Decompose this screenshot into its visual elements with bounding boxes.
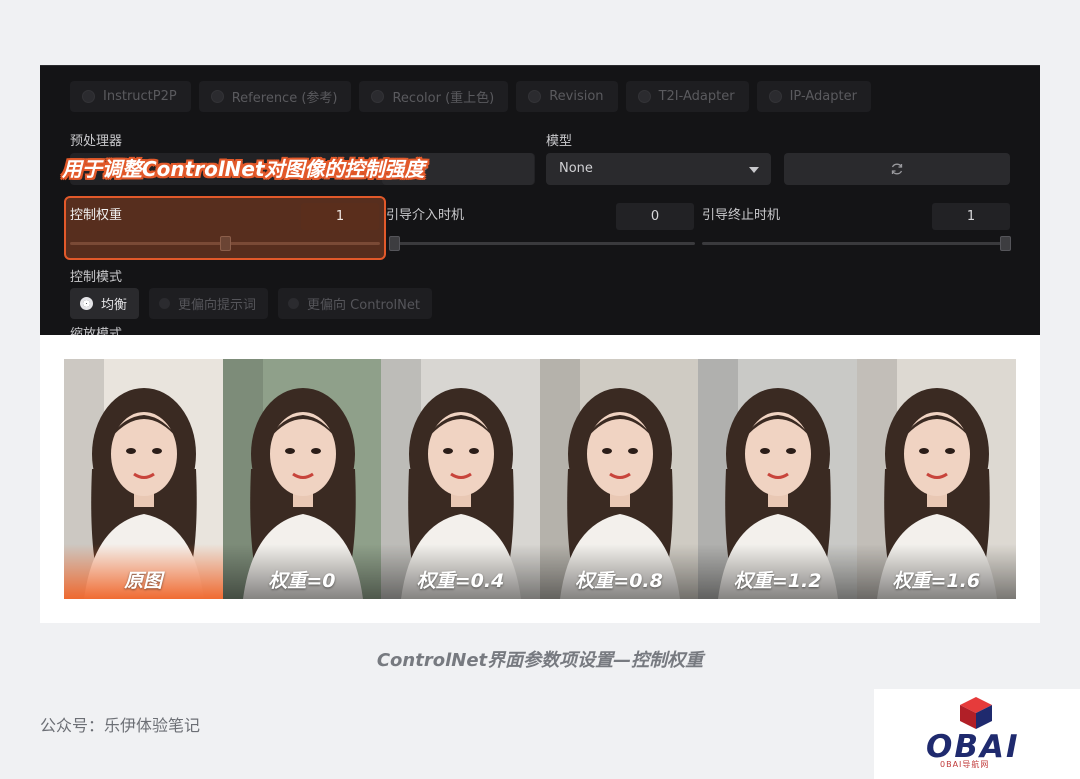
radio-label: Reference (参考) (231, 91, 338, 106)
radio-label: 均衡 (101, 298, 128, 313)
photo-caption: 权重=0.8 (575, 570, 663, 592)
model-select[interactable]: None (546, 153, 771, 185)
control-mode-prompt[interactable]: 更偏向提示词 (149, 288, 269, 319)
guidance-start-input[interactable]: 0 (616, 203, 694, 230)
photo-caption: 权重=1.6 (892, 570, 981, 592)
footer-account: 公众号：乐伊体验笔记 (40, 716, 201, 735)
radio-dot-icon (768, 90, 782, 103)
comparison-card: 原图 权重=0 权重=0.4 权重=0.8 权重=1.2 权重=1.6 (40, 335, 1040, 623)
photo-caption: 原图 (124, 570, 163, 592)
annotation-text: 用于调整ControlNet对图像的控制强度 (62, 157, 425, 181)
comparison-photo: 权重=0.8 (539, 359, 699, 599)
refresh-icon (891, 163, 903, 175)
logo-subtitle: 0BAI导航网 (940, 760, 990, 769)
comparison-photo: 权重=0.4 (381, 359, 540, 599)
radio-label: 更偏向提示词 (178, 298, 257, 313)
comparison-photos: 原图 权重=0 权重=0.4 权重=0.8 权重=1.2 权重=1.6 (64, 359, 1016, 599)
radio-label: Recolor (重上色) (392, 91, 495, 106)
photo-caption: 权重=0.4 (416, 570, 505, 592)
model-label: 模型 (546, 134, 573, 149)
radio-recolor[interactable]: Recolor (重上色) (359, 81, 509, 112)
radio-dot-icon (210, 90, 224, 103)
guidance-start-label: 引导介入时机 (386, 208, 465, 223)
chevron-down-icon (749, 167, 759, 173)
guidance-end-handle[interactable] (1000, 236, 1011, 251)
radio-dot-icon (82, 90, 95, 103)
guidance-start-track[interactable] (389, 242, 695, 245)
panel-divider (40, 65, 1040, 66)
radio-revision[interactable]: Revision (516, 81, 618, 112)
preprocessor-label: 预处理器 (70, 134, 123, 149)
figure-caption: ControlNet界面参数项设置—控制权重 (376, 650, 704, 671)
radio-dot-icon (371, 90, 385, 103)
radio-label: T2I-Adapter (658, 89, 735, 104)
photo-caption: 权重=1.2 (733, 570, 822, 592)
guidance-end-label: 引导终止时机 (702, 208, 781, 223)
radio-dot-icon (159, 298, 171, 309)
control-mode-radios: 均衡 更偏向提示词 更偏向 ControlNet (70, 288, 432, 319)
radio-label: InstructP2P (103, 89, 177, 104)
weight-number-input[interactable]: 1 (301, 203, 379, 230)
controlnet-panel: InstructP2P Reference (参考) Recolor (重上色)… (40, 65, 1040, 335)
comparison-photo: 原图 (64, 359, 223, 599)
radio-dot-icon (637, 90, 651, 103)
radio-dot-icon (528, 90, 542, 103)
control-mode-balanced[interactable]: 均衡 (70, 288, 140, 319)
refresh-models-button[interactable] (784, 153, 1010, 185)
control-mode-label: 控制模式 (70, 270, 123, 285)
comparison-photo: 权重=0 (222, 359, 382, 599)
weight-slider-handle[interactable] (220, 236, 231, 251)
guidance-end-track[interactable] (702, 242, 1010, 245)
radio-ip-adapter[interactable]: IP-Adapter (756, 81, 871, 112)
photo-caption: 权重=0 (268, 570, 336, 592)
guidance-start-handle[interactable] (389, 236, 400, 251)
comparison-photo: 权重=1.2 (698, 359, 857, 599)
radio-instructp2p[interactable]: InstructP2P (70, 81, 191, 112)
radio-t2i-adapter[interactable]: T2I-Adapter (625, 81, 749, 112)
weight-label: 控制权重 (70, 208, 123, 223)
cube-logo-icon (960, 697, 992, 729)
model-select-value: None (559, 161, 593, 176)
guidance-end-input[interactable]: 1 (932, 203, 1010, 230)
radio-dot-icon (288, 298, 300, 309)
radio-label: Revision (549, 89, 604, 104)
obai-logo: OBAI 0BAI导航网 (874, 689, 1080, 779)
radio-label: 更偏向 ControlNet (307, 298, 420, 313)
comparison-photo: 权重=1.6 (856, 359, 1016, 599)
resize-mode-label: 缩放模式 (70, 327, 123, 335)
preprocessor-type-radios: InstructP2P Reference (参考) Recolor (重上色)… (70, 81, 871, 112)
radio-label: IP-Adapter (789, 89, 857, 104)
radio-selected-icon (80, 297, 93, 310)
radio-reference[interactable]: Reference (参考) (198, 81, 352, 112)
control-mode-controlnet[interactable]: 更偏向 ControlNet (278, 288, 432, 319)
